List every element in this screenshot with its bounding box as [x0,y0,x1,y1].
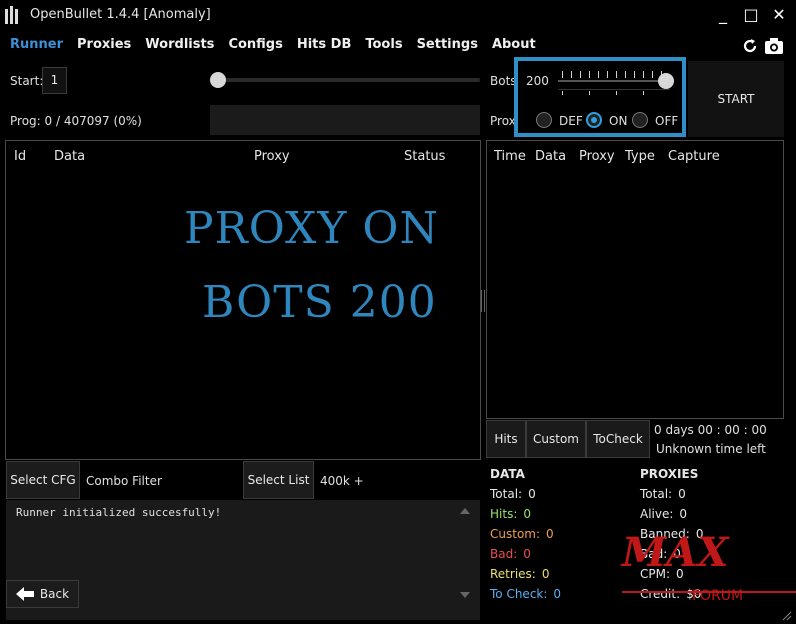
column-status[interactable]: Status [404,149,445,164]
data-stat-value: 0 [546,527,554,541]
log-line: Runner initialized succesfully! [16,506,222,519]
bots-label: Bots [490,74,517,88]
proxy-radio-off[interactable] [632,112,648,128]
proxy-stats-title: PROXIES [640,467,699,481]
select-list-button[interactable]: Select List [243,461,314,499]
combo-filter-label: Combo Filter [86,474,162,488]
start-button[interactable]: START [688,61,784,137]
resize-grip-icon[interactable] [782,610,792,621]
data-stat-value: 0 [541,567,550,581]
overlay-proxy-on: PROXY ON [184,203,439,254]
scroll-down-icon[interactable] [460,592,470,598]
proxy-option-on: ON [609,114,628,128]
proxy-option-def: DEF [559,114,583,128]
menu-proxies[interactable]: Proxies [77,37,131,55]
data-stat-row: Hits: 0 [490,507,531,521]
max-forum-watermark: MAX FORUM [564,498,796,608]
watermark-sub: FORUM [692,588,743,604]
back-arrow-icon [15,587,34,601]
app-logo-icon [5,6,18,24]
tab-custom[interactable]: Custom [526,420,586,458]
menu-settings[interactable]: Settings [417,37,478,55]
camera-icon[interactable] [764,36,784,56]
bots-value[interactable]: 200 [526,74,549,88]
bots-slider-thumb[interactable] [658,73,674,89]
data-stat-label: Custom: [490,527,541,541]
column-data[interactable]: Data [54,149,85,164]
close-button[interactable]: ✕ [768,4,790,26]
window-title: OpenBullet 1.4.4 [Anomaly] [30,7,211,22]
elapsed-time: 0 days 00 : 00 : 00 [654,423,767,437]
data-stat-label: Retries: [490,567,536,581]
progress-bar [210,105,480,135]
data-stat-value: 0 [528,487,536,501]
menu-wordlists[interactable]: Wordlists [145,37,214,55]
column-type[interactable]: Type [625,149,655,164]
data-stat-value: 0 [523,507,531,521]
overlay-bots-200: BOTS 200 [202,277,437,328]
bots-slider[interactable] [558,65,676,95]
menu-tools[interactable]: Tools [365,37,402,55]
proxy-radio-def[interactable] [536,112,552,128]
menu-hits-db[interactable]: Hits DB [297,37,352,55]
scroll-up-icon[interactable] [460,508,470,514]
proxy-label: Prox [490,114,516,128]
menu-runner[interactable]: Runner [10,37,63,55]
start-slider-thumb[interactable] [210,72,226,88]
bots-proxy-highlight: 200 DEF ON OFF [514,57,686,137]
menu-configs[interactable]: Configs [228,37,282,55]
reload-icon[interactable] [740,36,760,56]
splitter-handle[interactable] [481,290,485,312]
minimize-button[interactable]: _ [712,4,734,26]
data-stat-label: Bad: [490,547,518,561]
data-stats-title: DATA [490,467,525,481]
column-hit-data[interactable]: Data [535,149,566,164]
column-time[interactable]: Time [494,149,526,164]
watermark-text: MAX [620,529,730,576]
start-slider-track[interactable] [210,78,480,82]
start-input[interactable]: 1 [42,67,67,94]
data-stat-label: Hits: [490,507,518,521]
column-id[interactable]: Id [14,149,26,164]
title-bar: OpenBullet 1.4.4 [Anomaly] _ □ ✕ [0,0,796,30]
menu-about[interactable]: About [492,37,536,55]
data-stat-row: Retries: 0 [490,567,549,581]
column-proxy[interactable]: Proxy [254,149,290,164]
data-stat-label: Total: [490,487,523,501]
proxy-radio-on[interactable] [586,112,602,128]
proxy-option-off: OFF [655,114,679,128]
maximize-button[interactable]: □ [740,4,762,26]
runner-grid: Id Data Proxy Status PROXY ON BOTS 200 [5,140,481,460]
data-stat-row: Bad: 0 [490,547,531,561]
data-stat-value: 0 [523,547,531,561]
data-stat-label: To Check: [490,587,548,601]
data-stat-row: Total: 0 [490,487,536,501]
column-hit-proxy[interactable]: Proxy [579,149,615,164]
progress-label: Prog: 0 / 407097 (0%) [10,114,142,128]
hits-grid: Time Data Proxy Type Capture [486,140,784,419]
select-cfg-button[interactable]: Select CFG [6,461,80,499]
data-stat-row: Custom: 0 [490,527,554,541]
back-label: Back [39,587,70,601]
time-left: Unknown time left [656,442,766,456]
start-label: Start: [10,74,44,88]
tab-tocheck[interactable]: ToCheck [586,420,650,458]
data-stat-row: To Check: 0 [490,587,561,601]
list-name: 400k + [320,474,364,488]
tab-hits[interactable]: Hits [486,420,526,458]
back-button[interactable]: Back [6,580,79,608]
column-capture[interactable]: Capture [668,149,720,164]
main-menu: Runner Proxies Wordlists Configs Hits DB… [10,37,536,55]
